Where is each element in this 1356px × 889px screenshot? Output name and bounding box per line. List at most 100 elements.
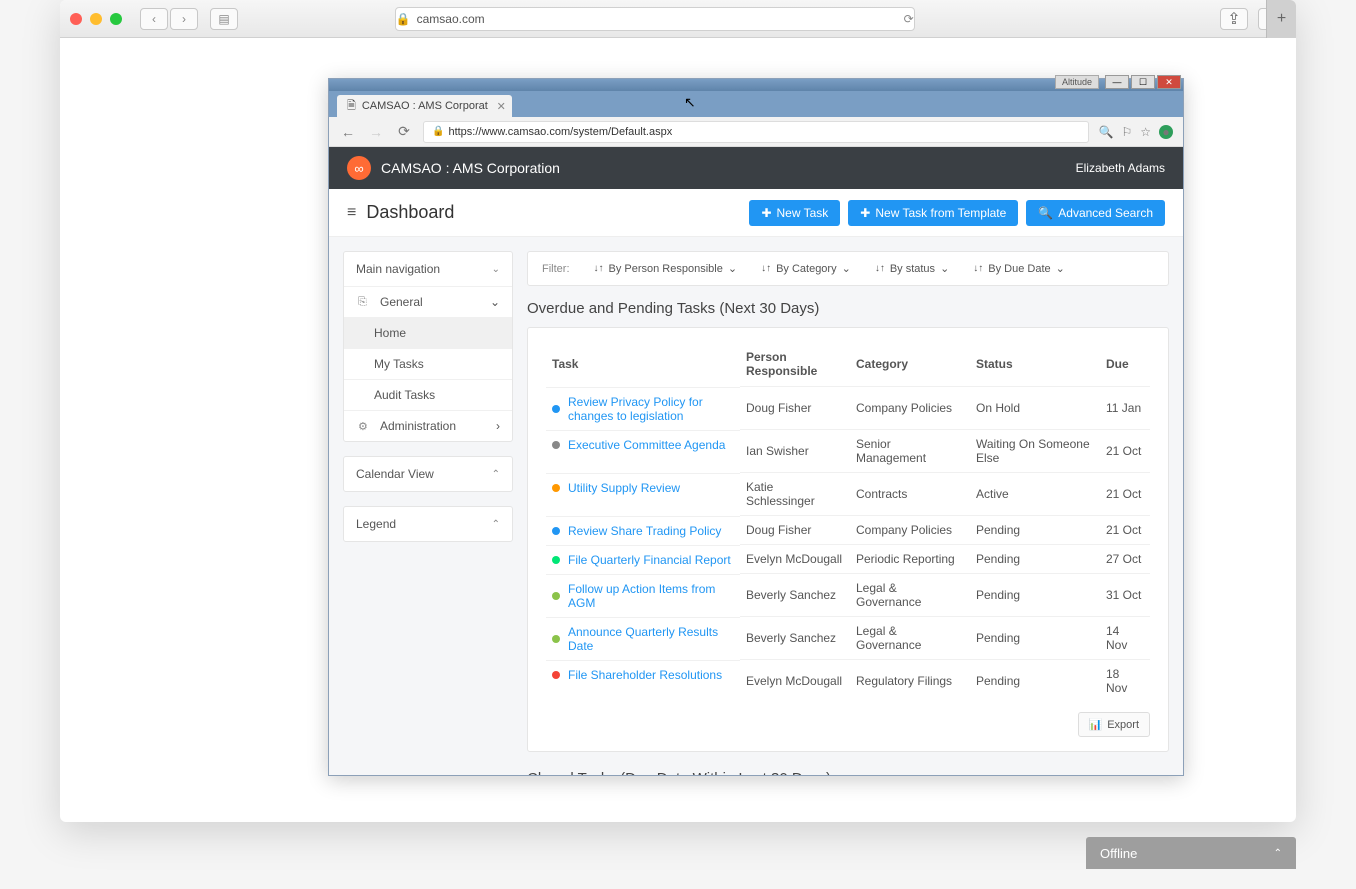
calendar-header[interactable]: Calendar View ⌃ [344, 457, 512, 491]
table-row: Review Share Trading PolicyDoug FisherCo… [546, 516, 1150, 545]
table-row: Follow up Action Items from AGMBeverly S… [546, 574, 1150, 617]
star-icon[interactable]: ☆ [1140, 125, 1151, 139]
offline-bar[interactable]: Offline ⌃ [1086, 837, 1296, 869]
chrome-maximize-button[interactable]: ☐ [1131, 75, 1155, 89]
person-cell: Evelyn McDougall [740, 660, 850, 703]
export-button[interactable]: 📊Export [1078, 712, 1151, 737]
category-cell: Regulatory Filings [850, 660, 970, 703]
task-cell: File Quarterly Financial Report [546, 545, 740, 574]
table-row: File Quarterly Financial Report Evelyn Mc… [546, 545, 1150, 574]
zoom-icon[interactable]: 🔍 [1099, 125, 1114, 139]
table-row: Review Privacy Policy for changes to leg… [546, 387, 1150, 430]
person-cell: Beverly Sanchez [740, 617, 850, 660]
sidebar-item-audit-tasks[interactable]: Audit Tasks [344, 379, 512, 410]
status-dot [552, 671, 560, 679]
category-cell: Company Policies [850, 387, 970, 430]
new-task-template-button[interactable]: ✚New Task from Template [848, 200, 1018, 226]
chrome-reload-button[interactable]: ⟳ [395, 123, 413, 140]
task-link[interactable]: Announce Quarterly Results Date [568, 625, 734, 653]
new-task-button[interactable]: ✚New Task [749, 200, 840, 226]
person-cell: Evelyn McDougall [740, 545, 850, 574]
task-link[interactable]: File Quarterly Financial Report [568, 553, 731, 567]
export-row: 📊Export [546, 712, 1150, 737]
chevron-down-icon: ⌄ [940, 262, 949, 275]
app-header: ∞ CAMSAO : AMS Corporation Elizabeth Ada… [329, 147, 1183, 189]
legend-header[interactable]: Legend ⌃ [344, 507, 512, 541]
status-cell: Pending [970, 545, 1100, 574]
sidebar-item-my-tasks[interactable]: My Tasks [344, 348, 512, 379]
safari-sidebar-button[interactable]: ▤ [210, 8, 238, 30]
safari-back-button[interactable]: ‹ [140, 8, 168, 30]
col-due: Due [1100, 342, 1150, 387]
task-link[interactable]: File Shareholder Resolutions [568, 668, 722, 682]
app-viewport[interactable]: ∞ CAMSAO : AMS Corporation Elizabeth Ada… [329, 147, 1183, 775]
category-cell: Senior Management [850, 430, 970, 473]
filter-due-date[interactable]: ↓↑By Due Date⌄ [973, 262, 1065, 275]
share-button[interactable]: ⇪ [1220, 8, 1248, 30]
main-nav-header[interactable]: Main navigation ⌄ [344, 252, 512, 286]
status-cell: Pending [970, 574, 1100, 617]
col-status: Status [970, 342, 1100, 387]
table-row: Executive Committee AgendaIan SwisherSen… [546, 430, 1150, 473]
status-cell: Pending [970, 617, 1100, 660]
tab-close-icon[interactable]: ✕ [497, 100, 506, 113]
task-link[interactable]: Utility Supply Review [568, 481, 680, 495]
window-close-button[interactable] [70, 13, 82, 25]
task-link[interactable]: Review Privacy Policy for changes to leg… [568, 395, 734, 423]
filter-bar: Filter: ↓↑By Person Responsible⌄ ↓↑By Ca… [527, 251, 1169, 286]
sidebar-item-administration[interactable]: ⚙ Administration › [344, 410, 512, 441]
user-name[interactable]: Elizabeth Adams [1076, 161, 1165, 175]
overdue-section-title: Overdue and Pending Tasks (Next 30 Days) [527, 300, 1169, 317]
window-maximize-button[interactable] [110, 13, 122, 25]
reload-icon[interactable]: ⟳ [904, 12, 914, 26]
safari-new-tab-button[interactable]: + [1266, 0, 1296, 38]
filter-label: Filter: [542, 263, 570, 275]
advanced-search-button[interactable]: 🔍Advanced Search [1026, 200, 1165, 226]
chrome-toolbar-icons: 🔍 ⚐ ☆ ● [1099, 125, 1173, 139]
person-cell: Beverly Sanchez [740, 574, 850, 617]
task-cell: File Shareholder Resolutions [546, 660, 740, 689]
chrome-address-input[interactable]: 🔒 https://www.camsao.com/system/Default.… [423, 121, 1089, 143]
status-dot [552, 405, 560, 413]
filter-category[interactable]: ↓↑By Category⌄ [761, 262, 851, 275]
task-cell: Review Share Trading Policy [546, 516, 740, 545]
sidebar-item-home[interactable]: Home [344, 317, 512, 348]
filter-status[interactable]: ↓↑By status⌄ [875, 262, 949, 275]
table-row: Utility Supply ReviewKatie SchlessingerC… [546, 473, 1150, 516]
window-minimize-button[interactable] [90, 13, 102, 25]
category-cell: Company Policies [850, 516, 970, 545]
due-cell: 11 Jan [1100, 387, 1150, 430]
safari-window: ‹ › ▤ 🔒 camsao.com ⟳ ⇪ ⧉ + Altitude — ☐ … [60, 0, 1296, 822]
chrome-back-button[interactable]: ← [339, 124, 357, 140]
filter-person[interactable]: ↓↑By Person Responsible⌄ [594, 262, 738, 275]
status-cell: Pending [970, 660, 1100, 703]
menu-icon[interactable]: ≡ [347, 204, 356, 222]
sort-icon: ↓↑ [594, 263, 604, 274]
search-icon: 🔍 [1038, 206, 1053, 220]
chrome-titlebar: Altitude — ☐ ✕ [329, 79, 1183, 91]
bookmark-icon[interactable]: ⚐ [1121, 125, 1132, 139]
category-cell: Contracts [850, 473, 970, 516]
task-link[interactable]: Follow up Action Items from AGM [568, 582, 734, 610]
lock-icon: 🔒 [432, 126, 444, 137]
due-cell: 27 Oct [1100, 545, 1150, 574]
safari-forward-button[interactable]: › [170, 8, 198, 30]
app-title: CAMSAO : AMS Corporation [381, 160, 560, 176]
chrome-forward-button[interactable]: → [367, 124, 385, 140]
chrome-tab[interactable]: 🗎 CAMSAO : AMS Corporat ✕ [337, 95, 512, 117]
extension-icon[interactable]: ● [1159, 125, 1173, 139]
chrome-close-button[interactable]: ✕ [1157, 75, 1181, 89]
task-link[interactable]: Review Share Trading Policy [568, 524, 721, 538]
sidebar-item-general[interactable]: ⎘ General ⌄ [344, 286, 512, 317]
safari-address-bar[interactable]: 🔒 camsao.com ⟳ [395, 7, 915, 31]
category-cell: Legal & Governance [850, 574, 970, 617]
app-subheader: ≡ Dashboard ✚New Task ✚New Task from Tem… [329, 189, 1183, 237]
task-cell: Utility Supply Review [546, 473, 740, 502]
status-cell: Pending [970, 516, 1100, 545]
task-link[interactable]: Executive Committee Agenda [568, 438, 725, 452]
category-cell: Legal & Governance [850, 617, 970, 660]
due-cell: 14 Nov [1100, 617, 1150, 660]
sidebar: Main navigation ⌄ ⎘ General ⌄ Home My Ta… [343, 251, 513, 775]
chrome-minimize-button[interactable]: — [1105, 75, 1129, 89]
chevron-down-icon: ⌄ [1056, 262, 1065, 275]
